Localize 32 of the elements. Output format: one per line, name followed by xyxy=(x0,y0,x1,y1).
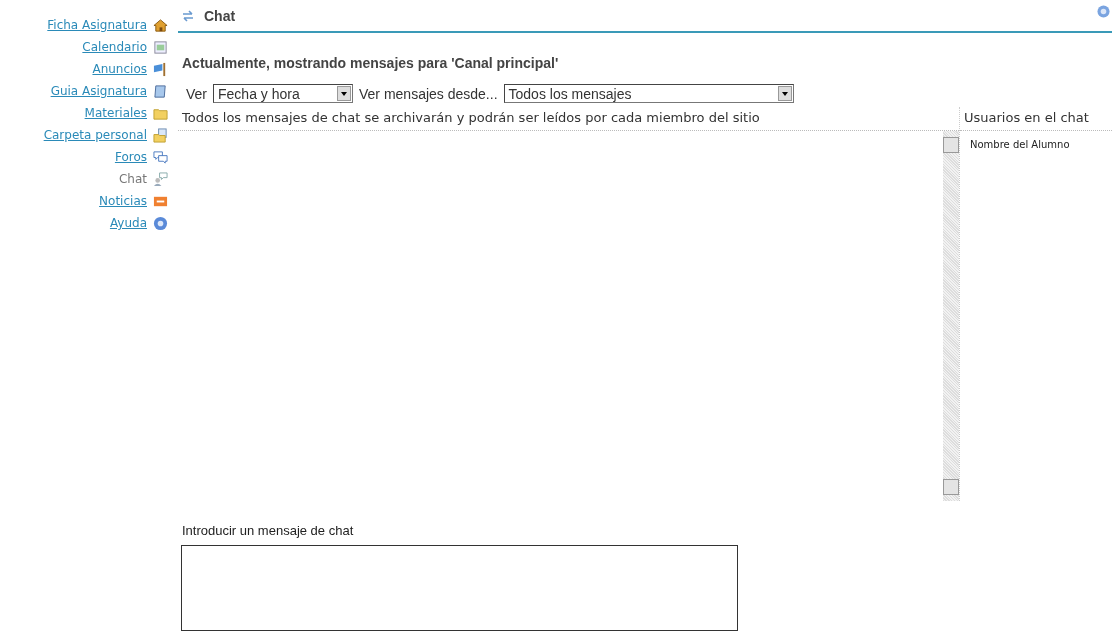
person-bubble-icon xyxy=(153,171,168,187)
message-field[interactable] xyxy=(181,545,738,631)
message-label: Introducir un mensaje de chat xyxy=(182,523,355,538)
view-label: Ver xyxy=(186,85,207,102)
sidebar-link[interactable]: Carpeta personal xyxy=(43,128,147,142)
scrollbar[interactable] xyxy=(943,131,959,501)
sidebar-link[interactable]: Ayuda xyxy=(109,216,147,230)
sidebar-link[interactable]: Guia Asignatura xyxy=(50,84,147,98)
sidebar-link[interactable]: Materiales xyxy=(84,106,147,120)
calendar-icon xyxy=(153,39,168,55)
sidebar-item: Chat xyxy=(118,172,147,186)
document-icon xyxy=(153,83,168,99)
users-heading: Usuarios en el chat xyxy=(960,107,1112,131)
user-name: Nombre del Alumno xyxy=(969,138,1071,150)
sidebar-link[interactable]: Ficha Asignatura xyxy=(47,18,147,32)
archive-notice: Todos los mensajes de chat se archivarán y podrán ser leídos por cada miembro del sitio xyxy=(178,107,959,131)
sidebar-link[interactable]: Calendario xyxy=(82,40,147,54)
page-title: Chat xyxy=(204,7,237,24)
sidebar-link[interactable]: Anuncios xyxy=(92,62,147,76)
swap-arrows-icon xyxy=(182,9,194,22)
view-dropdown[interactable]: Fecha y hora xyxy=(213,84,353,103)
sidebar-link[interactable]: Foros xyxy=(114,150,147,164)
flag-icon xyxy=(153,61,168,77)
help-icon[interactable] xyxy=(1097,5,1110,18)
speech-bubbles-icon xyxy=(153,149,168,165)
since-label: Ver mensajes desde... xyxy=(359,85,498,102)
house-icon xyxy=(153,17,168,33)
since-dropdown[interactable]: Todos los mensajes xyxy=(503,84,794,103)
help-icon xyxy=(153,215,168,231)
sidebar-link[interactable]: Noticias xyxy=(99,194,147,208)
folder-icon xyxy=(153,127,168,143)
channel-heading: Actualmente, mostrando mensajes para 'Canal principal' xyxy=(182,55,560,71)
